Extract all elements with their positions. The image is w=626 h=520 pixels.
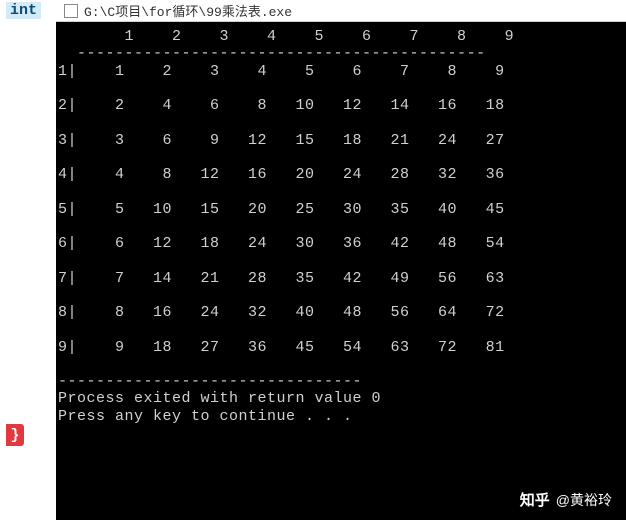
zhihu-logo-icon: 知乎 <box>520 489 550 510</box>
console-output[interactable]: 1 2 3 4 5 6 7 8 9 ----------------------… <box>56 22 626 520</box>
closing-brace-marker: } <box>6 424 24 446</box>
editor-gutter: int } <box>0 0 56 520</box>
keyword-int: int <box>6 2 41 19</box>
watermark: 知乎 @黄裕玲 <box>520 489 612 510</box>
app-icon <box>64 4 78 18</box>
watermark-author: @黄裕玲 <box>556 490 612 510</box>
console-text: 1 2 3 4 5 6 7 8 9 ----------------------… <box>58 28 514 425</box>
console-titlebar[interactable]: G:\C项目\for循环\99乘法表.exe <box>56 0 626 22</box>
window-title: G:\C项目\for循环\99乘法表.exe <box>84 1 292 20</box>
